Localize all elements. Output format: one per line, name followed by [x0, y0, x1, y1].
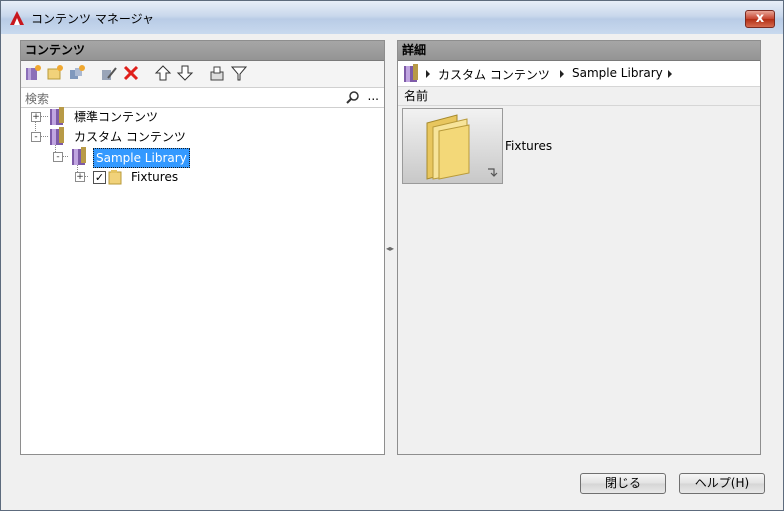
import-icon[interactable]: [208, 64, 226, 82]
breadcrumb-item-sample-library[interactable]: Sample Library: [572, 66, 663, 80]
breadcrumb: カスタム コンテンツ Sample Library: [398, 61, 760, 87]
expand-toggle[interactable]: +: [31, 112, 41, 122]
move-up-icon[interactable]: [154, 64, 172, 82]
window-title: コンテンツ マネージャ: [31, 12, 154, 26]
title-bar[interactable]: コンテンツ マネージャ x: [1, 1, 783, 34]
help-button[interactable]: ヘルプ(H): [679, 473, 765, 494]
delete-icon[interactable]: [122, 64, 140, 82]
tree-item-label: カスタム コンテンツ: [74, 130, 186, 144]
edit-icon[interactable]: [100, 64, 118, 82]
move-down-icon[interactable]: [176, 64, 194, 82]
catalog-icon: [50, 127, 64, 145]
new-catalog-icon[interactable]: [24, 64, 42, 82]
breadcrumb-item-custom-content[interactable]: カスタム コンテンツ: [438, 66, 550, 83]
item-tile-fixtures[interactable]: [402, 108, 503, 184]
new-item-icon[interactable]: [68, 64, 86, 82]
breadcrumb-separator-icon[interactable]: [560, 70, 564, 78]
search-more-button[interactable]: ...: [368, 89, 379, 103]
catalog-icon[interactable]: [401, 63, 421, 83]
breadcrumb-separator-icon[interactable]: [668, 70, 672, 78]
details-panel-header: 詳細: [398, 41, 760, 61]
column-header-name[interactable]: 名前: [398, 87, 760, 106]
collapse-toggle[interactable]: -: [31, 132, 41, 142]
collapse-toggle[interactable]: -: [53, 152, 63, 162]
tree-item-label: 標準コンテンツ: [74, 110, 159, 124]
folder-icon: [426, 114, 470, 180]
contents-panel-header: コンテンツ: [21, 41, 384, 61]
library-icon: [72, 147, 86, 165]
content-manager-window: コンテンツ マネージャ x コンテンツ 検索 ... + 標準コンテンツ - カ…: [0, 0, 784, 511]
contents-toolbar: [21, 61, 384, 88]
contents-panel: コンテンツ 検索 ... + 標準コンテンツ - カスタム コンテンツ - Sa…: [20, 40, 385, 455]
filter-icon[interactable]: [230, 64, 248, 82]
search-box[interactable]: 検索 ...: [21, 88, 384, 108]
shortcut-arrow-icon: [488, 168, 498, 177]
folder-icon: [108, 170, 122, 185]
window-close-button[interactable]: x: [745, 10, 775, 28]
app-icon: [10, 11, 24, 25]
breadcrumb-separator-icon[interactable]: [426, 70, 430, 78]
catalog-icon: [50, 107, 64, 125]
content-tree: + 標準コンテンツ - カスタム コンテンツ - Sample Library …: [21, 107, 384, 454]
item-label: Fixtures: [505, 139, 553, 153]
details-panel: 詳細 カスタム コンテンツ Sample Library 名前 Fixtures: [397, 40, 761, 455]
search-icon[interactable]: [346, 90, 360, 104]
fixtures-checkbox[interactable]: ✓: [93, 171, 106, 184]
new-folder-icon[interactable]: [46, 64, 64, 82]
close-button[interactable]: 閉じる: [580, 473, 666, 494]
panel-splitter[interactable]: ◂▸: [385, 244, 395, 254]
search-input[interactable]: 検索: [25, 90, 49, 107]
tree-item-label: Fixtures: [131, 170, 179, 184]
tree-item-label-selected: Sample Library: [93, 148, 190, 168]
expand-toggle[interactable]: +: [75, 172, 85, 182]
